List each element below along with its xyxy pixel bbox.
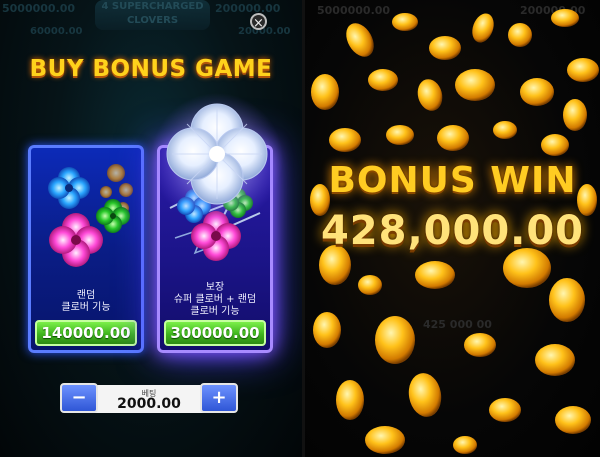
- background-game-logo: 4 SUPERCHARGED CLOVERS: [95, 0, 210, 30]
- background-jackpot-top-right: 200000.00: [215, 2, 281, 15]
- bonus-win-title: BONUS WIN: [328, 160, 577, 201]
- buy-bonus-panel: 5000000.00 200000.00 60000.00 20000.00 4…: [0, 0, 302, 457]
- clover-cluster-image: [48, 164, 133, 267]
- close-icon: ×: [253, 16, 264, 31]
- bonus-win-panel: 5000000.00 200000.00 425 000 00 BONUS WI…: [305, 0, 600, 457]
- close-button[interactable]: ×: [250, 13, 267, 31]
- buy-bonus-title: BUY BONUS GAME: [29, 56, 273, 82]
- logo-line-1: 4 SUPERCHARGED: [101, 1, 204, 12]
- decrease-bet-button[interactable]: −: [60, 383, 98, 413]
- bet-display: 베팅 2000.00: [78, 385, 220, 413]
- minus-icon: −: [71, 387, 87, 408]
- description-line-2: 클로버 기능: [61, 302, 111, 313]
- bet-stepper: 베팅 2000.00 − +: [60, 383, 238, 415]
- background-jackpot-mid-left: 60000.00: [30, 26, 83, 37]
- description-line-1: 보장: [205, 282, 225, 293]
- bonus-option-description: 보장 슈퍼 클로버 + 랜덤 클로버 기능: [160, 282, 270, 318]
- screenshot-root: 5000000.00 200000.00 60000.00 20000.00 4…: [0, 0, 600, 457]
- description-line-1: 랜덤: [76, 290, 96, 301]
- description-line-2: 슈퍼 클로버 + 랜덤: [173, 294, 257, 305]
- bonus-win-amount: 428,000.00: [320, 208, 585, 254]
- description-line-3: 클로버 기능: [190, 306, 240, 317]
- increase-bet-button[interactable]: +: [200, 383, 238, 413]
- background-jackpot-top-left: 5000000.00: [2, 2, 76, 15]
- bonus-option-card-random[interactable]: 랜덤 클로버 기능 140000.00: [28, 145, 144, 353]
- buy-random-price-button[interactable]: 140000.00: [35, 320, 137, 346]
- crystal-clover-image: [151, 93, 283, 225]
- bonus-option-description: 랜덤 클로버 기능: [31, 290, 141, 314]
- buy-guaranteed-price-button[interactable]: 300000.00: [164, 320, 266, 346]
- plus-icon: +: [211, 387, 227, 408]
- logo-line-2: CLOVERS: [126, 15, 179, 26]
- bet-value: 2000.00: [117, 396, 181, 412]
